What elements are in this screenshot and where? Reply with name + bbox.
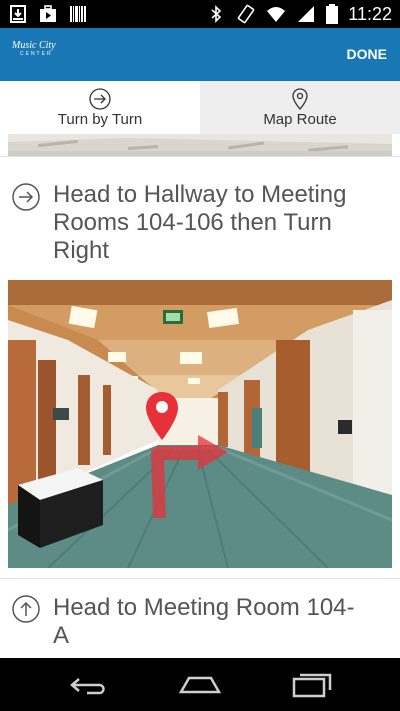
signal-icon xyxy=(298,6,315,22)
step-instruction: Head to Meeting Room 104-A xyxy=(53,594,355,649)
app-bar: Music City CENTER DONE xyxy=(0,28,400,81)
logo-line2: CENTER xyxy=(20,51,53,57)
tab-turn-by-turn[interactable]: Turn by Turn xyxy=(0,81,200,134)
arrow-up-circle-icon xyxy=(12,595,40,623)
app-logo: Music City CENTER xyxy=(12,40,60,70)
battery-icon xyxy=(326,4,339,24)
status-bar: 11:22 xyxy=(0,0,400,28)
tab-turn-by-turn-label: Turn by Turn xyxy=(57,111,143,128)
tab-bar: Turn by Turn Map Route xyxy=(0,81,400,134)
step-photo xyxy=(8,280,392,568)
divider xyxy=(0,578,400,579)
step-instruction: Head to Hallway to Meeting Rooms 104-106… xyxy=(53,181,347,264)
tab-map-route-label: Map Route xyxy=(263,111,337,128)
back-icon[interactable] xyxy=(67,672,111,698)
arrow-right-circle-icon xyxy=(89,88,111,110)
logo-line1: Music City xyxy=(12,40,56,51)
arrow-right-circle-icon xyxy=(12,183,40,211)
system-nav-bar xyxy=(0,658,400,711)
wifi-icon xyxy=(267,7,286,22)
barcode-icon xyxy=(70,6,86,22)
direction-step[interactable]: Head to Meeting Room 104-A xyxy=(0,592,400,649)
home-icon[interactable] xyxy=(178,672,222,698)
download-icon xyxy=(10,5,26,23)
status-time: 11:22 xyxy=(348,4,392,24)
direction-step[interactable]: Head to Hallway to Meeting Rooms 104-106… xyxy=(0,178,400,268)
map-pin-icon xyxy=(292,88,308,110)
bluetooth-icon xyxy=(211,5,222,23)
briefcase-icon xyxy=(40,5,56,22)
recent-apps-icon[interactable] xyxy=(290,672,334,698)
done-button[interactable]: DONE xyxy=(347,46,387,62)
rotate-icon xyxy=(238,4,255,24)
tab-map-route[interactable]: Map Route xyxy=(200,81,400,134)
previous-step-photo xyxy=(8,134,392,156)
directions-list[interactable]: Head to Hallway to Meeting Rooms 104-106… xyxy=(0,134,400,658)
divider xyxy=(0,156,400,157)
